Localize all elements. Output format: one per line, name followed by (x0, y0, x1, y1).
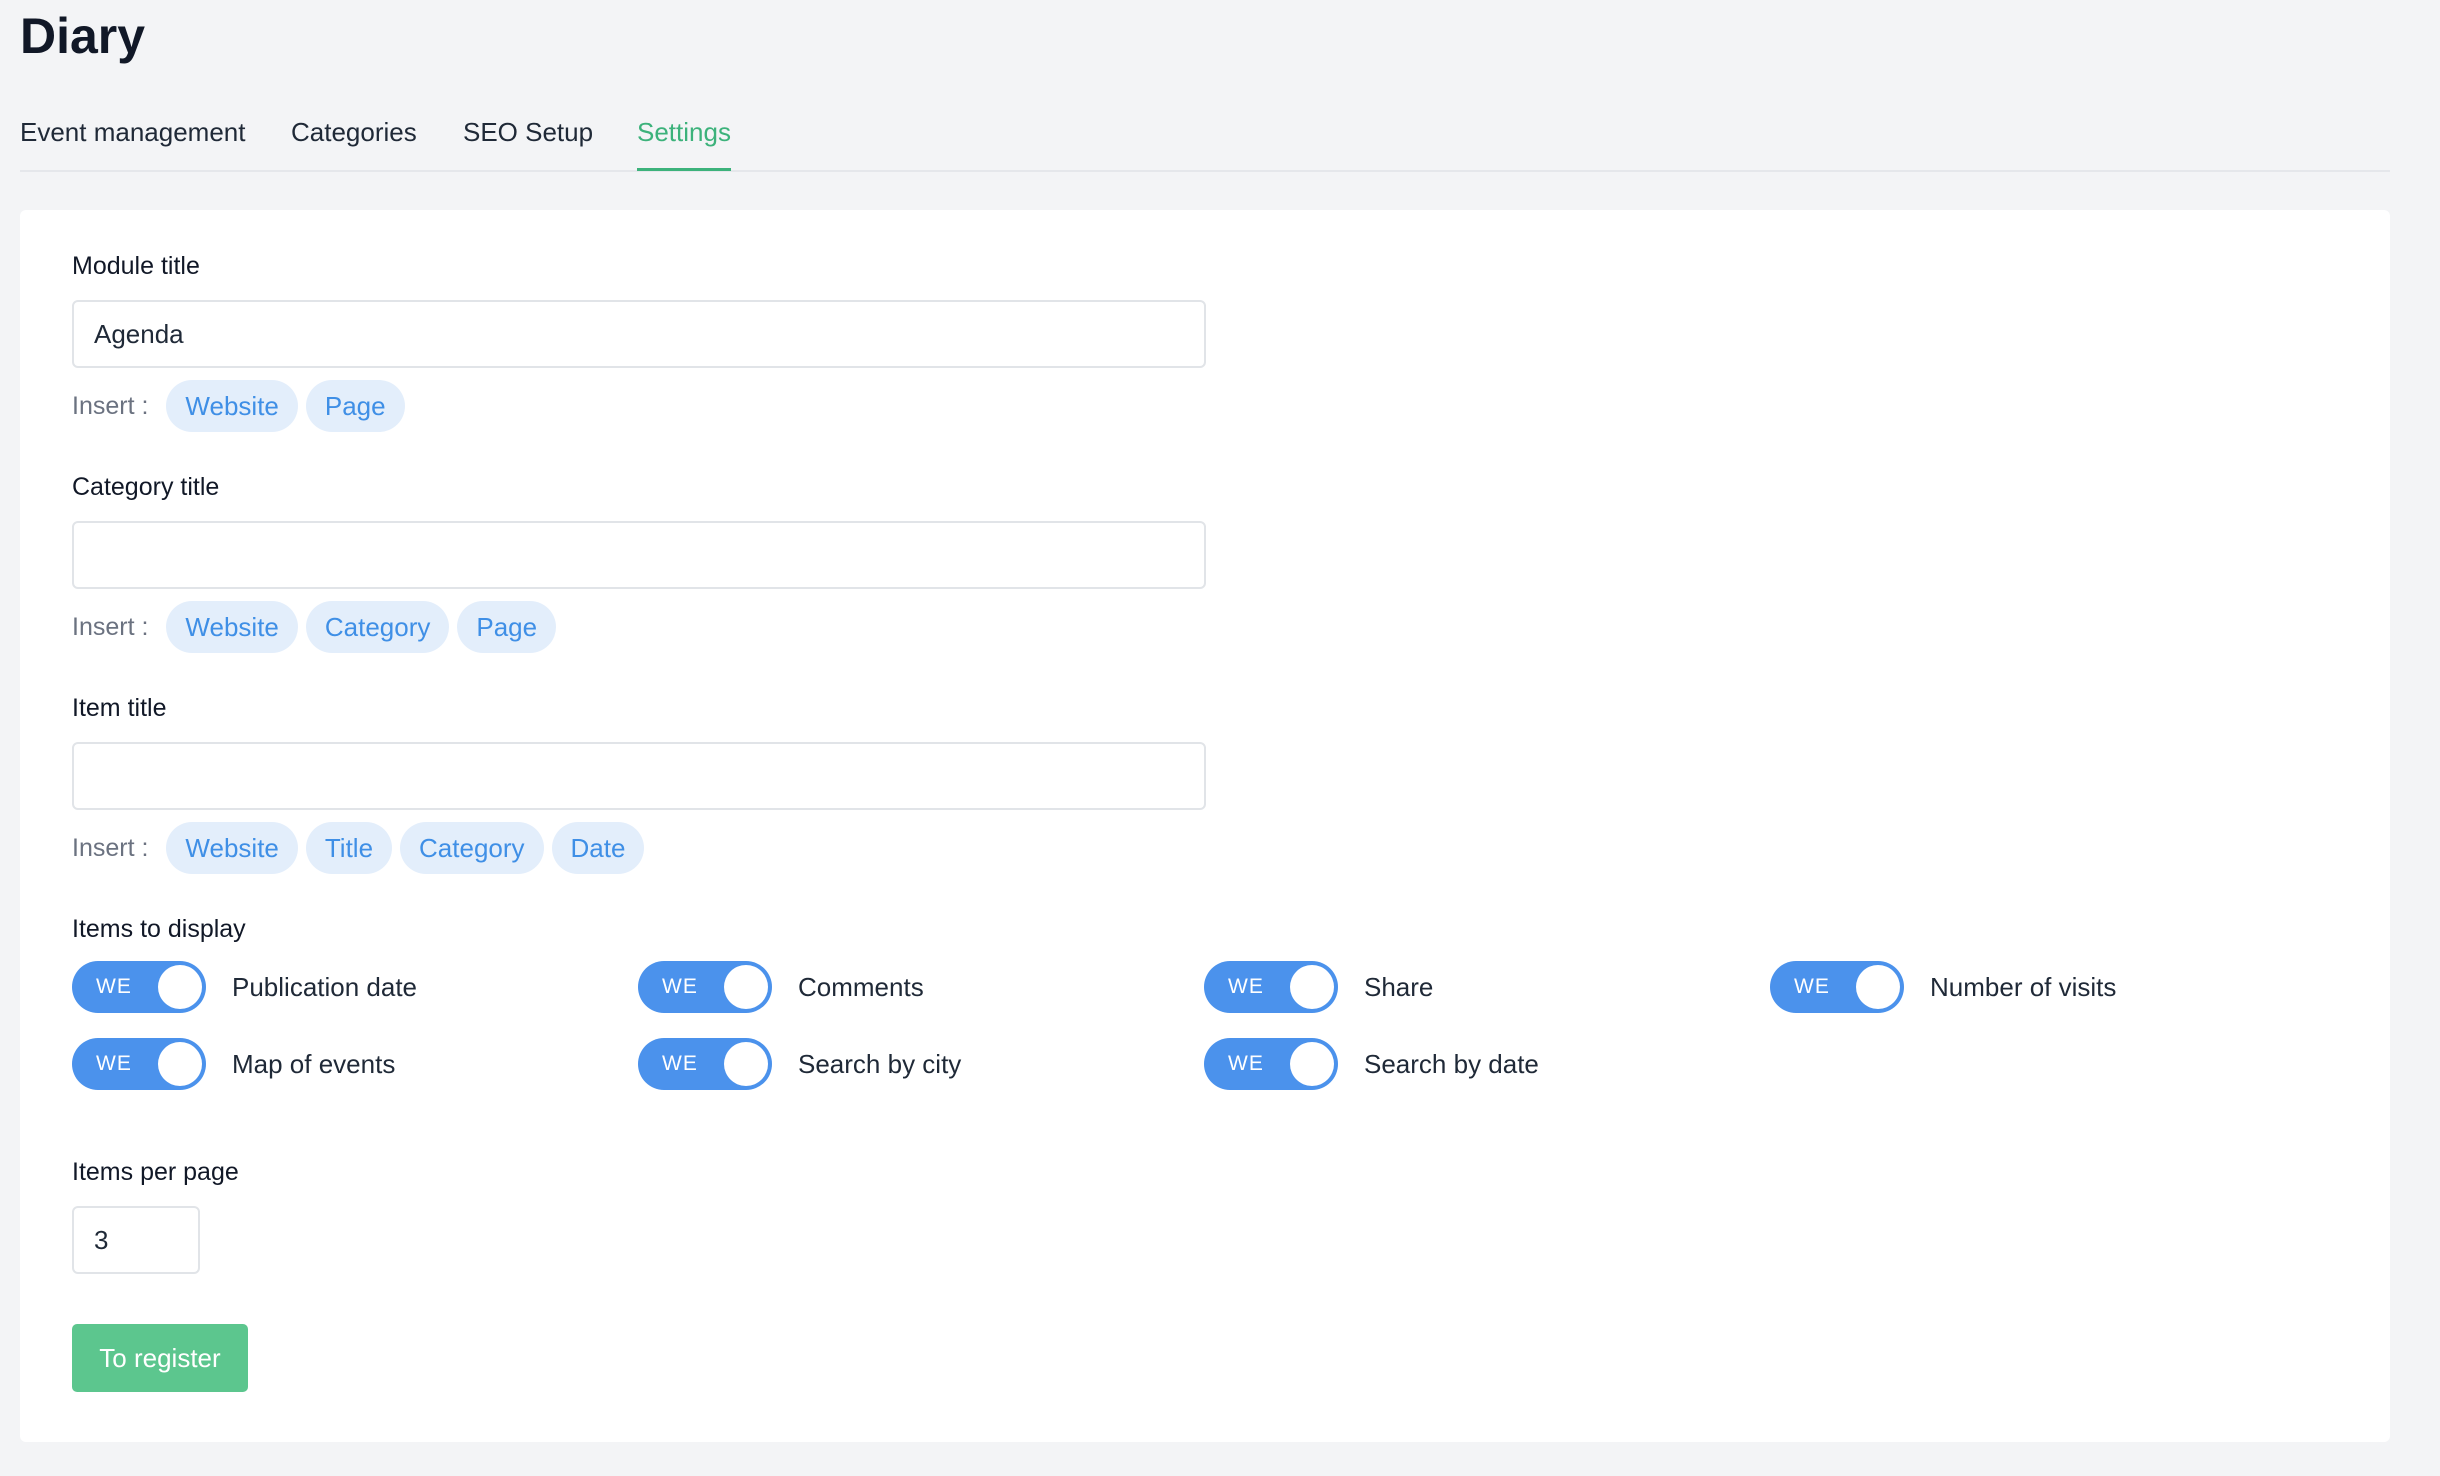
toggle-label: Search by city (798, 1048, 962, 1079)
toggle-state-text: WE (662, 1052, 698, 1075)
search-by-city-toggle[interactable]: WE (638, 1038, 772, 1090)
insert-chip-page[interactable]: Page (457, 601, 557, 653)
number-of-visits-toggle[interactable]: WE (1770, 961, 1904, 1013)
toggle-knob (724, 965, 768, 1009)
publication-date-toggle[interactable]: WE (72, 961, 206, 1013)
tab-event-management[interactable]: Event management (20, 112, 245, 168)
toggle-item-comments: WE Comments (638, 961, 924, 1013)
items-per-page-input[interactable] (72, 1206, 200, 1274)
module-title-input[interactable] (72, 300, 1206, 368)
toggle-knob (158, 1042, 202, 1086)
toggle-item-search-by-date: WE Search by date (1204, 1038, 1539, 1090)
toggle-state-text: WE (1794, 975, 1830, 998)
category-title-insert-row: Insert : Website Category Page (72, 601, 564, 653)
toggle-state-text: WE (1228, 1052, 1264, 1075)
toggle-item-map-of-events: WE Map of events (72, 1038, 395, 1090)
settings-card: Module title Insert : Website Page Categ… (20, 210, 2390, 1442)
insert-chip-category[interactable]: Category (305, 601, 450, 653)
insert-label: Insert : (72, 612, 149, 641)
tab-categories[interactable]: Categories (291, 112, 417, 168)
toggle-knob (724, 1042, 768, 1086)
item-title-label: Item title (72, 694, 167, 722)
insert-chip-title[interactable]: Title (305, 822, 393, 874)
toggle-item-search-by-city: WE Search by city (638, 1038, 961, 1090)
toggle-item-share: WE Share (1204, 961, 1433, 1013)
toggle-state-text: WE (1228, 975, 1264, 998)
insert-chip-date[interactable]: Date (551, 822, 645, 874)
insert-label: Insert : (72, 833, 149, 862)
toggle-label: Map of events (232, 1048, 396, 1079)
toggle-label: Share (1364, 971, 1434, 1002)
category-title-input[interactable] (72, 521, 1206, 589)
search-by-date-toggle[interactable]: WE (1204, 1038, 1338, 1090)
insert-chip-page[interactable]: Page (305, 380, 405, 432)
toggle-item-publication-date: WE Publication date (72, 961, 417, 1013)
module-title-label: Module title (72, 252, 200, 280)
toggle-knob (1856, 965, 1900, 1009)
toggle-label: Number of visits (1930, 971, 2117, 1002)
tab-seo-setup[interactable]: SEO Setup (463, 112, 593, 168)
toggle-state-text: WE (96, 975, 132, 998)
map-of-events-toggle[interactable]: WE (72, 1038, 206, 1090)
toggle-label: Comments (798, 971, 924, 1002)
comments-toggle[interactable]: WE (638, 961, 772, 1013)
share-toggle[interactable]: WE (1204, 961, 1338, 1013)
insert-chip-website[interactable]: Website (166, 601, 298, 653)
toggle-knob (1290, 965, 1334, 1009)
item-title-input[interactable] (72, 742, 1206, 810)
page-title: Diary (20, 8, 146, 64)
tab-bar: Event management Categories SEO Setup Se… (20, 96, 2390, 172)
insert-chip-website[interactable]: Website (166, 380, 298, 432)
items-per-page-label: Items per page (72, 1158, 239, 1186)
insert-chip-category[interactable]: Category (400, 822, 544, 874)
toggle-knob (158, 965, 202, 1009)
toggle-state-text: WE (96, 1052, 132, 1075)
items-to-display-label: Items to display (72, 915, 246, 943)
module-title-insert-row: Insert : Website Page (72, 380, 413, 432)
toggle-label: Publication date (232, 971, 418, 1002)
toggle-item-number-of-visits: WE Number of visits (1770, 961, 2116, 1013)
category-title-label: Category title (72, 473, 220, 501)
insert-chip-website[interactable]: Website (166, 822, 298, 874)
insert-label: Insert : (72, 391, 149, 420)
toggle-label: Search by date (1364, 1048, 1539, 1079)
toggle-knob (1290, 1042, 1334, 1086)
tab-settings[interactable]: Settings (637, 112, 731, 171)
register-button[interactable]: To register (72, 1324, 248, 1392)
toggle-state-text: WE (662, 975, 698, 998)
item-title-insert-row: Insert : Website Title Category Date (72, 822, 652, 874)
